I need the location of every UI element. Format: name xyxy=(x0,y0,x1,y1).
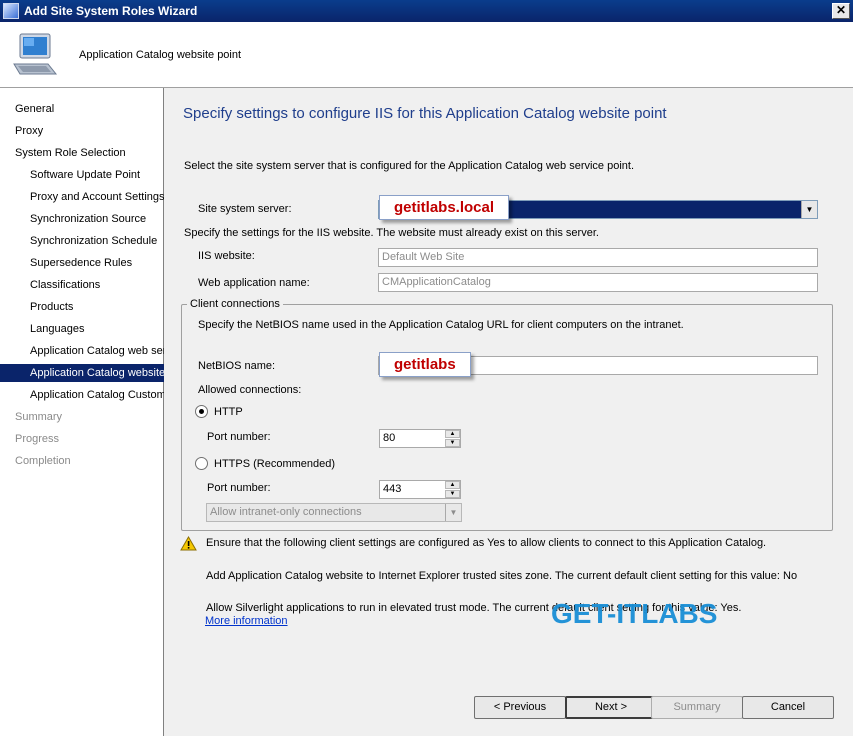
page-title: Specify settings to configure IIS for th… xyxy=(183,105,667,122)
chevron-down-icon[interactable]: ▼ xyxy=(801,201,817,218)
https-port-value: 443 xyxy=(383,483,402,495)
intro-text: Select the site system server that is co… xyxy=(184,160,635,172)
nav-item-general[interactable]: General xyxy=(0,100,164,118)
cancel-button[interactable]: Cancel xyxy=(742,696,834,719)
http-port-stepper[interactable]: 80 ▲ ▼ xyxy=(379,429,461,448)
netbios-callout: getitlabs xyxy=(379,352,471,377)
spin-up-icon[interactable]: ▲ xyxy=(445,481,460,489)
close-button[interactable]: ✕ xyxy=(832,3,850,19)
webapp-name-label: Web application name: xyxy=(198,277,310,289)
summary-button: Summary xyxy=(651,696,743,719)
wizard-header: Application Catalog website point xyxy=(0,22,853,88)
allowed-connections-label: Allowed connections: xyxy=(198,384,302,396)
http-label: HTTP xyxy=(214,406,243,418)
http-port-value: 80 xyxy=(383,432,396,444)
chevron-down-icon: ▼ xyxy=(445,504,461,521)
client-connections-legend: Client connections xyxy=(187,298,283,310)
nav-item-completion: Completion xyxy=(15,455,71,467)
nav-item-software-update-point[interactable]: Software Update Point xyxy=(0,166,164,184)
computer-icon xyxy=(13,33,58,75)
http-radio[interactable] xyxy=(195,405,208,418)
spin-up-icon[interactable]: ▲ xyxy=(445,430,460,438)
header-title: Application Catalog website point xyxy=(79,49,242,61)
nav-item-app-catalog-website[interactable]: Application Catalog website xyxy=(0,364,164,382)
title-bar: Add Site System Roles Wizard ✕ xyxy=(0,0,853,22)
nav-item-system-role-selection[interactable]: System Role Selection xyxy=(0,144,164,162)
client-connections-group xyxy=(181,304,833,531)
previous-button[interactable]: < Previous xyxy=(474,696,566,719)
more-information-link[interactable]: More information xyxy=(205,615,288,627)
nav-item-app-catalog-customization[interactable]: Application Catalog Customi xyxy=(0,386,164,404)
intranet-connections-value: Allow intranet-only connections xyxy=(210,506,362,518)
https-port-label: Port number: xyxy=(207,482,271,494)
http-port-label: Port number: xyxy=(207,431,271,443)
site-server-callout: getitlabs.local xyxy=(379,195,510,220)
iis-website-label: IIS website: xyxy=(198,250,255,262)
nav-item-proxy[interactable]: Proxy xyxy=(0,122,164,140)
https-label: HTTPS (Recommended) xyxy=(214,458,336,470)
warning-text: Ensure that the following client setting… xyxy=(206,537,767,549)
spin-down-icon[interactable]: ▼ xyxy=(445,439,460,447)
netbios-intro-text: Specify the NetBIOS name used in the App… xyxy=(198,319,684,331)
nav-item-summary: Summary xyxy=(15,411,63,423)
warning-icon xyxy=(180,536,197,551)
wizard-app-icon xyxy=(3,3,19,19)
nav-item-proxy-account-settings[interactable]: Proxy and Account Settings xyxy=(0,188,164,206)
iis-intro-text: Specify the settings for the IIS website… xyxy=(184,227,599,239)
trusted-sites-text: Add Application Catalog website to Inter… xyxy=(206,570,798,582)
wizard-main: Specify settings to configure IIS for th… xyxy=(165,88,853,736)
nav-item-products[interactable]: Products xyxy=(0,298,164,316)
wizard-nav: General Proxy System Role Selection Soft… xyxy=(0,88,164,736)
nav-item-progress: Progress xyxy=(15,433,60,445)
next-button[interactable]: Next > xyxy=(565,696,657,719)
nav-item-languages[interactable]: Languages xyxy=(0,320,164,338)
nav-item-app-catalog-web-service[interactable]: Application Catalog web ser xyxy=(0,342,164,360)
site-server-label: Site system server: xyxy=(198,203,292,215)
nav-item-synchronization-source[interactable]: Synchronization Source xyxy=(0,210,164,228)
https-port-stepper[interactable]: 443 ▲ ▼ xyxy=(379,480,461,499)
spin-down-icon[interactable]: ▼ xyxy=(445,490,460,498)
watermark: GET-ITLABS xyxy=(551,598,718,629)
intranet-connections-dropdown: Allow intranet-only connections ▼ xyxy=(206,503,462,522)
webapp-name-field[interactable]: CMApplicationCatalog xyxy=(378,273,818,292)
https-radio[interactable] xyxy=(195,457,208,470)
iis-website-field[interactable]: Default Web Site xyxy=(378,248,818,267)
netbios-label: NetBIOS name: xyxy=(198,360,276,372)
window-title: Add Site System Roles Wizard xyxy=(24,4,198,18)
nav-item-classifications[interactable]: Classifications xyxy=(0,276,164,294)
nav-item-supersedence-rules[interactable]: Supersedence Rules xyxy=(0,254,164,272)
nav-item-synchronization-schedule[interactable]: Synchronization Schedule xyxy=(0,232,164,250)
